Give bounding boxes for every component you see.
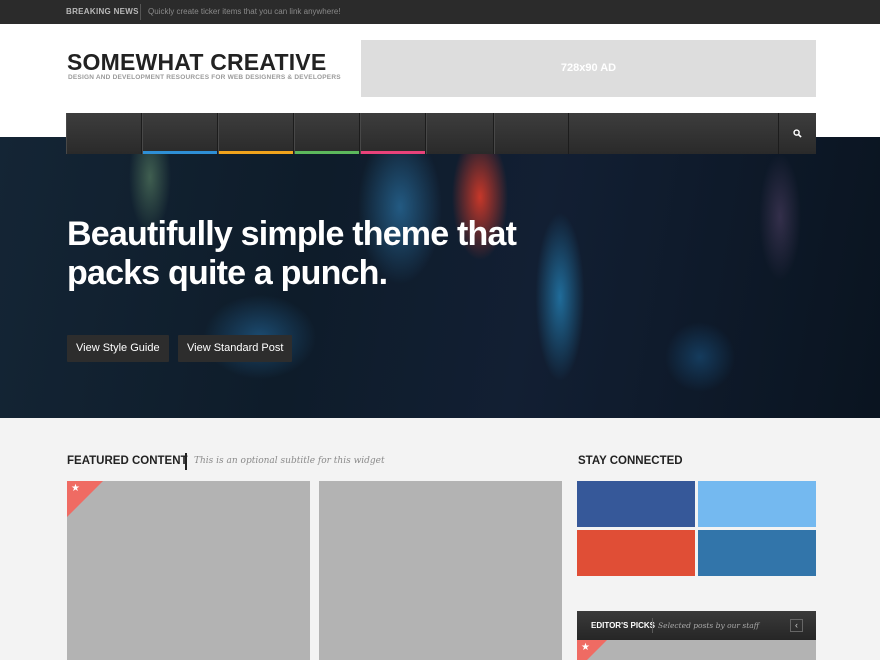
nav-item-2[interactable] — [142, 113, 218, 154]
social-tile-google-plus[interactable] — [577, 530, 695, 576]
featured-card[interactable]: ★ — [67, 481, 310, 660]
nav-accent-bar — [361, 151, 425, 154]
nav-item-1[interactable] — [66, 113, 142, 154]
hero-banner: Beautifully simple theme that packs quit… — [0, 137, 880, 418]
editors-picks-subtitle: Selected posts by our staff — [658, 621, 760, 630]
ticker-divider — [140, 4, 141, 20]
nav-item-6[interactable] — [426, 113, 494, 154]
site-title[interactable]: SOMEWHAT CREATIVE — [67, 49, 326, 76]
nav-accent-bar — [427, 151, 493, 154]
breaking-news-ticker: BREAKING NEWS Quickly create ticker item… — [0, 0, 880, 24]
social-tile-twitter[interactable] — [698, 481, 816, 527]
ticker-label: BREAKING NEWS — [66, 7, 139, 16]
site-tagline: DESIGN AND DEVELOPMENT RESOURCES FOR WEB… — [68, 74, 341, 81]
star-icon: ★ — [71, 483, 80, 494]
featured-card[interactable] — [319, 481, 562, 660]
view-standard-post-button[interactable]: View Standard Post — [178, 335, 293, 362]
social-tile-facebook[interactable] — [577, 481, 695, 527]
main-navigation — [66, 113, 816, 154]
nav-accent-bar — [295, 151, 359, 154]
star-icon: ★ — [581, 642, 590, 653]
editors-picks-title: EDITOR'S PICKS — [591, 621, 655, 630]
nav-accent-bar — [143, 151, 217, 154]
featured-content-subtitle: This is an optional subtitle for this wi… — [194, 456, 385, 466]
featured-content-title: FEATURED CONTENT — [67, 455, 188, 467]
search-icon — [793, 129, 802, 138]
nav-search-button[interactable] — [778, 113, 816, 154]
hero-title: Beautifully simple theme that packs quit… — [67, 215, 517, 292]
chevron-left-icon[interactable]: ‹ — [790, 619, 803, 632]
stay-connected-title: STAY CONNECTED — [578, 455, 683, 467]
featured-title-divider — [185, 453, 187, 470]
nav-accent-bar — [67, 151, 141, 154]
nav-item-3[interactable] — [218, 113, 294, 154]
social-tile-linkedin[interactable] — [698, 530, 816, 576]
editors-picks-divider — [652, 618, 653, 633]
editors-pick-thumbnail[interactable]: ★ — [577, 640, 816, 660]
nav-item-4[interactable] — [294, 113, 360, 154]
ticker-item-link[interactable]: Quickly create ticker items that you can… — [148, 0, 341, 24]
nav-accent-bar — [495, 151, 568, 154]
editors-picks-header: EDITOR'S PICKS Selected posts by our sta… — [577, 611, 816, 640]
ad-banner[interactable]: 728x90 AD — [361, 40, 816, 97]
view-style-guide-button[interactable]: View Style Guide — [67, 335, 169, 362]
nav-accent-bar — [219, 151, 293, 154]
nav-item-7[interactable] — [494, 113, 569, 154]
nav-item-5[interactable] — [360, 113, 426, 154]
